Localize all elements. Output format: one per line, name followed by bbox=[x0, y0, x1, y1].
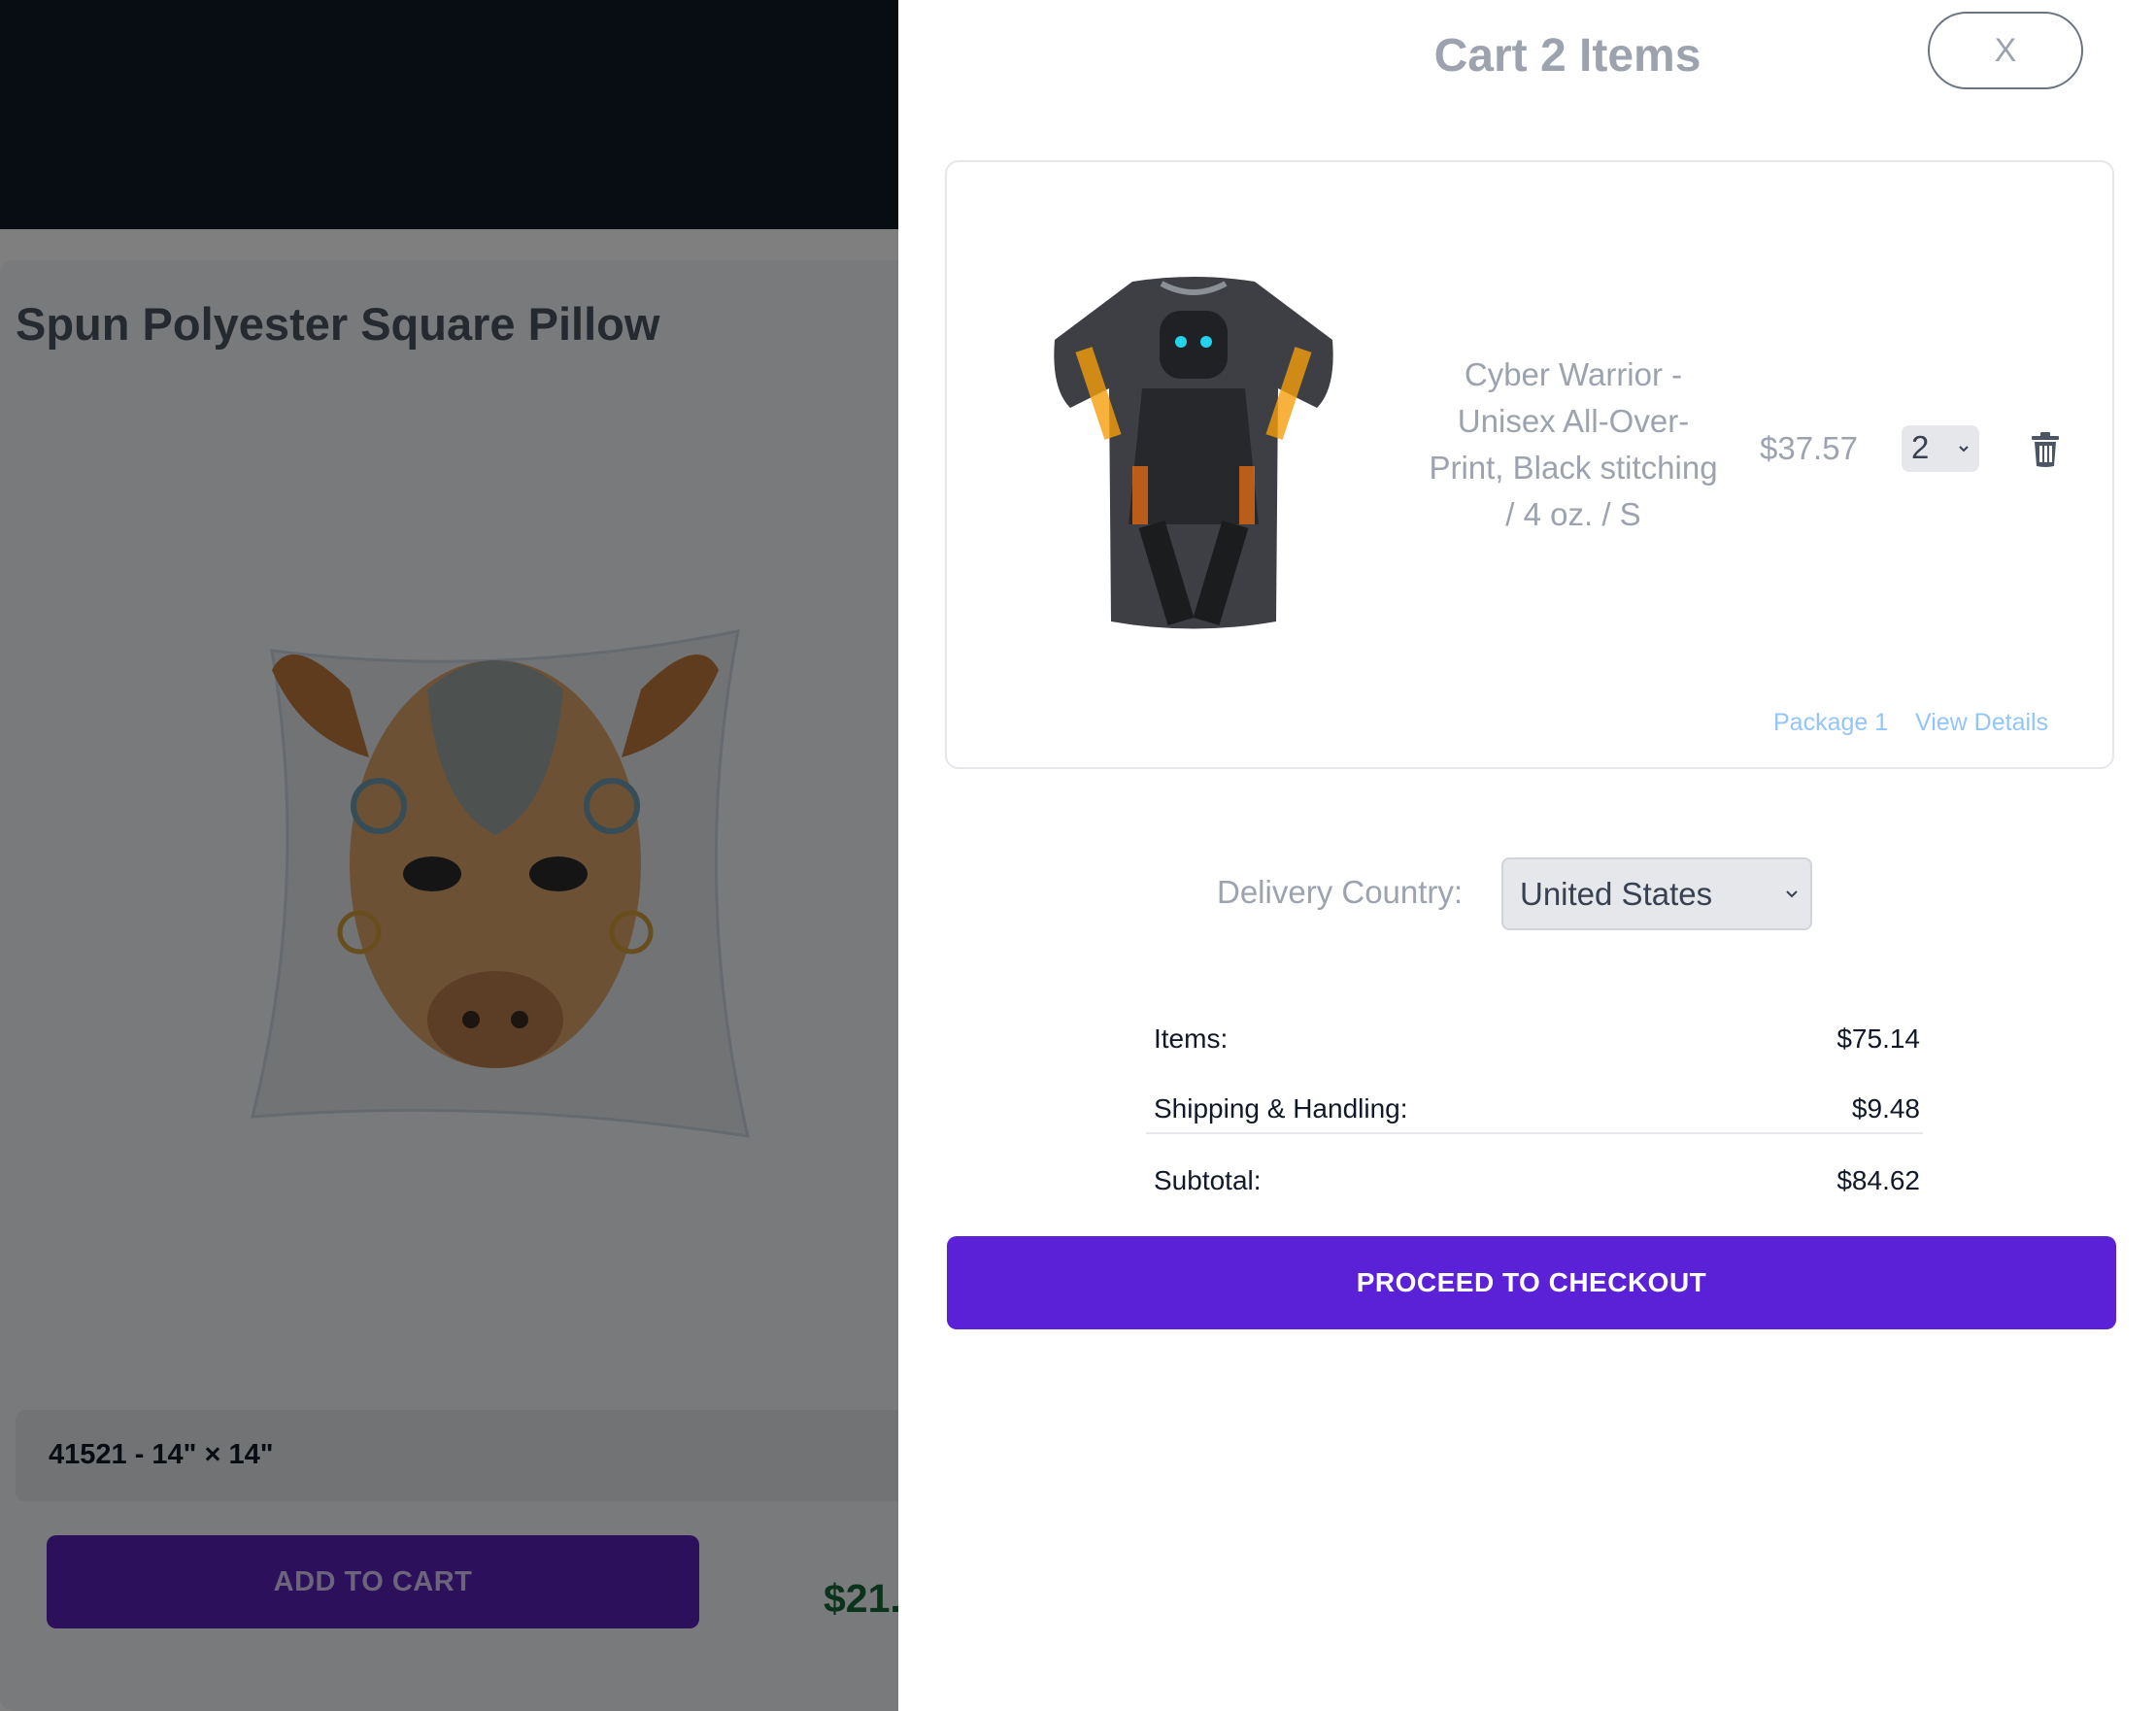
close-button[interactable]: X bbox=[1928, 12, 2083, 89]
summary-shipping-label: Shipping & Handling: bbox=[1154, 1093, 1408, 1124]
summary-divider bbox=[1146, 1132, 1923, 1134]
country-value: United States bbox=[1520, 876, 1713, 912]
trash-icon[interactable] bbox=[2030, 431, 2061, 468]
cart-item-name: Cyber Warrior - Unisex All-Over-Print, B… bbox=[1429, 356, 1718, 532]
summary-subtotal-value: $84.62 bbox=[1836, 1165, 1920, 1195]
summary-shipping-value: $9.48 bbox=[1851, 1093, 1920, 1124]
package-link[interactable]: Package 1 bbox=[1773, 709, 1888, 737]
quantity-select[interactable]: 2 bbox=[1902, 425, 1979, 472]
proceed-to-checkout-button[interactable]: PROCEED TO CHECKOUT bbox=[947, 1236, 2116, 1329]
view-details-link[interactable]: View Details bbox=[1915, 709, 2048, 737]
delivery-country-label: Delivery Country: bbox=[1217, 874, 1464, 910]
cart-item-price: $37.57 bbox=[1760, 430, 1858, 466]
delivery-country-select[interactable]: United States bbox=[1501, 857, 1812, 930]
cart-title-text: Cart 2 Items bbox=[1433, 30, 1701, 82]
summary-items-value: $75.14 bbox=[1836, 1023, 1920, 1054]
summary-items-label: Items: bbox=[1154, 1023, 1229, 1054]
chevron-down-icon bbox=[1786, 890, 1798, 898]
cart-drawer: Cart 2 Items X bbox=[898, 0, 2156, 1711]
chevron-down-icon bbox=[1959, 446, 1969, 453]
summary-subtotal-label: Subtotal: bbox=[1154, 1165, 1262, 1195]
tshirt-product-image bbox=[1054, 277, 1333, 629]
quantity-value: 2 bbox=[1911, 429, 1930, 465]
